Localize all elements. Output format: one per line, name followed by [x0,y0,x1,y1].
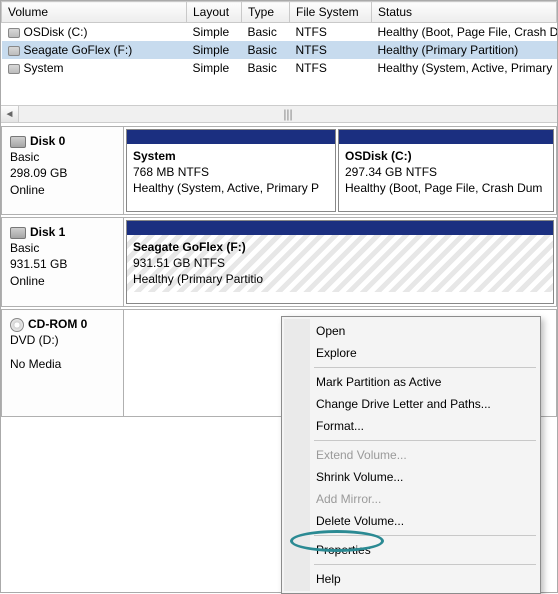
col-type[interactable]: Type [242,2,290,23]
partition-name: System [133,148,329,164]
volume-row[interactable]: System Simple Basic NTFS Healthy (System… [2,59,557,77]
menu-format[interactable]: Format... [284,415,538,437]
partition-header [127,221,553,235]
disk-title: Disk 0 [30,134,65,148]
volume-type: Basic [242,41,290,59]
volume-row[interactable]: OSDisk (C:) Simple Basic NTFS Healthy (B… [2,23,557,42]
volume-layout: Simple [187,23,242,42]
menu-add-mirror: Add Mirror... [284,488,538,510]
volume-type: Basic [242,23,290,42]
partition-sub: 768 MB NTFS [133,164,329,180]
volume-status: Healthy (Boot, Page File, Crash D [372,23,557,42]
scroll-track[interactable]: ||| [19,106,557,122]
context-menu: Open Explore Mark Partition as Active Ch… [281,316,541,594]
col-layout[interactable]: Layout [187,2,242,23]
partition-sub: 931.51 GB NTFS [133,255,547,271]
menu-separator [314,564,536,565]
drive-icon [8,64,20,74]
volume-type: Basic [242,59,290,77]
volume-fs: NTFS [290,59,372,77]
partition-seagate[interactable]: Seagate GoFlex (F:) 931.51 GB NTFS Healt… [126,220,554,304]
col-volume[interactable]: Volume [2,2,187,23]
partition-status: Healthy (System, Active, Primary P [133,180,329,196]
volume-layout: Simple [187,41,242,59]
menu-properties[interactable]: Properties [284,539,538,561]
menu-explore[interactable]: Explore [284,342,538,364]
volume-name: OSDisk (C:) [24,25,88,39]
menu-separator [314,440,536,441]
col-status[interactable]: Status [372,2,557,23]
volume-name: System [24,61,64,75]
disk-type: Basic [10,240,115,256]
menu-help[interactable]: Help [284,568,538,590]
drive-icon [8,28,20,38]
disk-state: Online [10,182,115,198]
menu-delete[interactable]: Delete Volume... [284,510,538,532]
disc-icon [10,318,24,332]
partition-status: Healthy (Boot, Page File, Crash Dum [345,180,547,196]
disk-icon [10,136,26,148]
disk-state: No Media [10,356,115,372]
disk-row-1: Disk 1 Basic 931.51 GB Online Seagate Go… [1,215,557,307]
disk-icon [10,227,26,239]
disk-size: 931.51 GB [10,256,115,272]
volume-name: Seagate GoFlex (F:) [24,43,133,57]
disk-info-0[interactable]: Disk 0 Basic 298.09 GB Online [1,126,124,215]
menu-separator [314,535,536,536]
partition-osdisk[interactable]: OSDisk (C:) 297.34 GB NTFS Healthy (Boot… [338,129,554,212]
disk-title: CD-ROM 0 [28,317,87,331]
volume-fs: NTFS [290,23,372,42]
volume-status: Healthy (System, Active, Primary [372,59,557,77]
disk-state: Online [10,273,115,289]
col-filesystem[interactable]: File System [290,2,372,23]
partition-system[interactable]: System 768 MB NTFS Healthy (System, Acti… [126,129,336,212]
disk-row-0: Disk 0 Basic 298.09 GB Online System 768… [1,123,557,215]
partition-sub: 297.34 GB NTFS [345,164,547,180]
disk-info-1[interactable]: Disk 1 Basic 931.51 GB Online [1,217,124,307]
disk-info-cdrom[interactable]: CD-ROM 0 DVD (D:) No Media [1,309,124,417]
h-scrollbar[interactable]: ◄ ||| [1,105,557,123]
volume-layout: Simple [187,59,242,77]
volume-status: Healthy (Primary Partition) [372,41,557,59]
disk-size: 298.09 GB [10,165,115,181]
drive-icon [8,46,20,56]
partition-name: Seagate GoFlex (F:) [133,239,547,255]
menu-extend: Extend Volume... [284,444,538,466]
partition-header [339,130,553,144]
disk-type: Basic [10,149,115,165]
partition-name: OSDisk (C:) [345,148,547,164]
partition-status: Healthy (Primary Partitio [133,271,547,287]
scroll-left-icon[interactable]: ◄ [1,106,19,122]
disk-title: Disk 1 [30,225,65,239]
volume-table[interactable]: Volume Layout Type File System Status OS… [1,1,557,77]
menu-shrink[interactable]: Shrink Volume... [284,466,538,488]
menu-open[interactable]: Open [284,320,538,342]
disk-sub: DVD (D:) [10,332,115,348]
volume-row[interactable]: Seagate GoFlex (F:) Simple Basic NTFS He… [2,41,557,59]
menu-separator [314,367,536,368]
menu-mark-active[interactable]: Mark Partition as Active [284,371,538,393]
partition-header [127,130,335,144]
menu-change-letter[interactable]: Change Drive Letter and Paths... [284,393,538,415]
volume-fs: NTFS [290,41,372,59]
